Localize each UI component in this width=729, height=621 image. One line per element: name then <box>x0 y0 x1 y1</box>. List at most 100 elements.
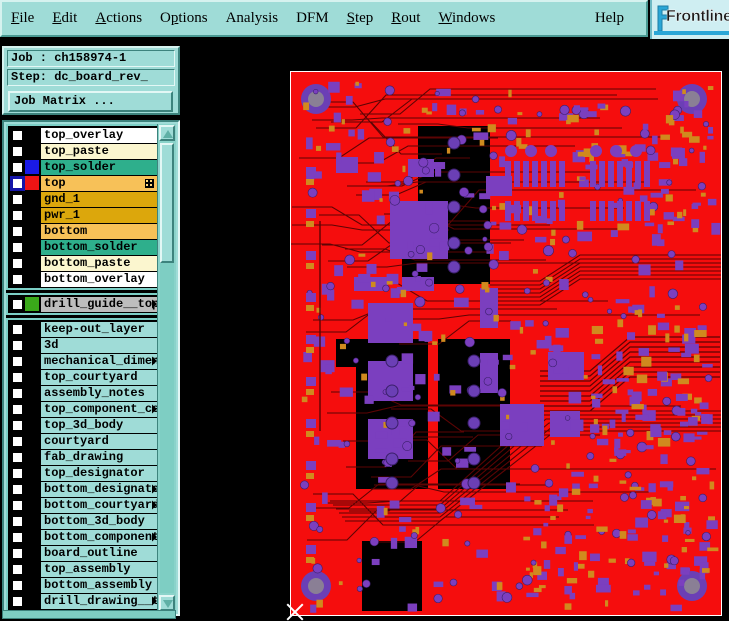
layer-visibility-checkbox[interactable] <box>11 546 24 560</box>
layer-row[interactable]: top_paste <box>8 143 157 159</box>
layer-name-label[interactable]: assembly_notes <box>41 385 157 401</box>
layer-row[interactable]: top_designator <box>8 465 157 481</box>
layer-row[interactable]: 3d <box>8 337 157 353</box>
layer-name-label[interactable]: top_designator <box>41 465 157 481</box>
layer-row[interactable]: top_assembly <box>8 561 157 577</box>
scroll-thumb[interactable] <box>160 143 174 263</box>
layer-visibility-checkbox[interactable] <box>11 530 24 544</box>
layer-visibility-checkbox[interactable] <box>11 256 24 270</box>
layer-color-swatch[interactable] <box>25 450 39 464</box>
layer-row[interactable]: drill_drawing__t <box>8 593 157 609</box>
layer-row[interactable]: bottom_designator <box>8 481 157 497</box>
layer-color-swatch[interactable] <box>25 498 39 512</box>
layer-visibility-checkbox[interactable] <box>11 466 24 480</box>
scroll-track[interactable] <box>160 143 174 593</box>
layer-color-swatch[interactable] <box>25 256 39 270</box>
layer-visibility-checkbox[interactable] <box>11 386 24 400</box>
menu-dfm[interactable]: DFM <box>287 10 338 27</box>
layer-row[interactable]: top_component_center <box>8 401 157 417</box>
layer-color-swatch[interactable] <box>25 466 39 480</box>
layer-name-label[interactable]: bottom_component <box>41 529 157 545</box>
layer-row[interactable]: mechanical_dimensions <box>8 353 157 369</box>
layer-name-label[interactable]: top_solder <box>41 159 157 175</box>
layer-color-swatch[interactable] <box>25 578 39 592</box>
layer-row[interactable]: gnd_1 <box>8 191 157 207</box>
layer-color-swatch[interactable] <box>25 272 39 286</box>
scroll-up-arrow[interactable] <box>159 125 175 141</box>
layer-row[interactable]: courtyard <box>8 433 157 449</box>
layer-list[interactable]: top_overlay top_paste top_solder top gnd_1 pw… <box>6 124 159 612</box>
layer-color-swatch[interactable] <box>25 322 39 336</box>
layer-name-label[interactable]: courtyard <box>41 433 157 449</box>
layer-name-label[interactable]: keep-out_layer <box>41 321 157 337</box>
layer-name-label[interactable]: bottom_assembly <box>41 577 157 593</box>
job-name-field[interactable]: Job : ch158974-1 <box>7 50 175 67</box>
layer-color-swatch[interactable] <box>25 176 39 190</box>
scroll-down-arrow[interactable] <box>159 595 175 611</box>
layer-color-swatch[interactable] <box>25 514 39 528</box>
layer-name-label[interactable]: top_paste <box>41 143 157 159</box>
layer-color-swatch[interactable] <box>25 240 39 254</box>
layer-name-label[interactable]: bottom_paste <box>41 255 157 271</box>
layer-color-swatch[interactable] <box>25 418 39 432</box>
menu-file[interactable]: File <box>2 10 43 27</box>
step-name-field[interactable]: Step: dc_board_rev_ <box>7 69 175 86</box>
layer-visibility-checkbox[interactable] <box>11 144 24 158</box>
layer-row[interactable]: top_3d_body <box>8 417 157 433</box>
layer-visibility-checkbox[interactable] <box>11 434 24 448</box>
layer-name-label[interactable]: top_overlay <box>41 127 157 143</box>
layer-visibility-checkbox[interactable] <box>11 498 24 512</box>
layer-color-swatch[interactable] <box>25 562 39 576</box>
layer-visibility-checkbox[interactable] <box>11 176 24 190</box>
layer-visibility-checkbox[interactable] <box>11 272 24 286</box>
layer-visibility-checkbox[interactable] <box>11 322 24 336</box>
layer-row[interactable]: bottom_paste <box>8 255 157 271</box>
layer-name-label[interactable]: top <box>41 175 157 191</box>
layer-visibility-checkbox[interactable] <box>11 297 24 311</box>
layer-row[interactable]: top_solder <box>8 159 157 175</box>
layer-color-swatch[interactable] <box>25 354 39 368</box>
layer-row[interactable]: board_outline <box>8 545 157 561</box>
layer-color-swatch[interactable] <box>25 594 39 608</box>
menu-rout[interactable]: Rout <box>382 10 429 27</box>
layer-name-label[interactable]: drill_drawing__t <box>41 593 157 609</box>
layer-name-label[interactable]: mechanical_dimensions <box>41 353 157 369</box>
layer-name-label[interactable]: bottom <box>41 223 157 239</box>
layer-row[interactable]: bottom_component <box>8 529 157 545</box>
layer-visibility-checkbox[interactable] <box>11 224 24 238</box>
layer-visibility-checkbox[interactable] <box>11 338 24 352</box>
menu-edit[interactable]: Edit <box>43 10 86 27</box>
layer-color-swatch[interactable] <box>25 370 39 384</box>
layer-name-label[interactable]: board_outline <box>41 545 157 561</box>
layer-visibility-checkbox[interactable] <box>11 578 24 592</box>
menu-actions[interactable]: Actions <box>86 10 151 27</box>
menu-step[interactable]: Step <box>338 10 383 27</box>
layer-name-label[interactable]: bottom_3d_body <box>41 513 157 529</box>
pcb-board-view[interactable] <box>290 71 722 616</box>
layer-name-label[interactable]: bottom_courtyard <box>41 497 157 513</box>
layer-name-label[interactable]: bottom_solder <box>41 239 157 255</box>
layer-color-swatch[interactable] <box>25 192 39 206</box>
layer-name-label[interactable]: pwr_1 <box>41 207 157 223</box>
layer-row[interactable]: bottom <box>8 223 157 239</box>
layer-name-label[interactable]: fab_drawing <box>41 449 157 465</box>
menu-windows[interactable]: Windows <box>429 10 504 27</box>
layer-row[interactable]: top_overlay <box>8 127 157 143</box>
layer-visibility-checkbox[interactable] <box>11 208 24 222</box>
layer-visibility-checkbox[interactable] <box>11 450 24 464</box>
layer-color-swatch[interactable] <box>25 402 39 416</box>
layer-name-label[interactable]: bottom_designator <box>41 481 157 497</box>
layer-visibility-checkbox[interactable] <box>11 354 24 368</box>
menu-options[interactable]: Options <box>151 10 217 27</box>
layer-list-scrollbar[interactable] <box>157 124 176 612</box>
layer-visibility-checkbox[interactable] <box>11 370 24 384</box>
layer-list-hscrollbar[interactable] <box>2 610 176 619</box>
layer-visibility-checkbox[interactable] <box>11 160 24 174</box>
layer-matrix-icon[interactable] <box>145 178 154 188</box>
layer-row[interactable]: bottom_assembly <box>8 577 157 593</box>
layer-color-swatch[interactable] <box>25 144 39 158</box>
layer-row[interactable]: bottom_solder <box>8 239 157 255</box>
layer-color-swatch[interactable] <box>25 482 39 496</box>
layer-row[interactable]: top_courtyard <box>8 369 157 385</box>
layer-color-swatch[interactable] <box>25 208 39 222</box>
